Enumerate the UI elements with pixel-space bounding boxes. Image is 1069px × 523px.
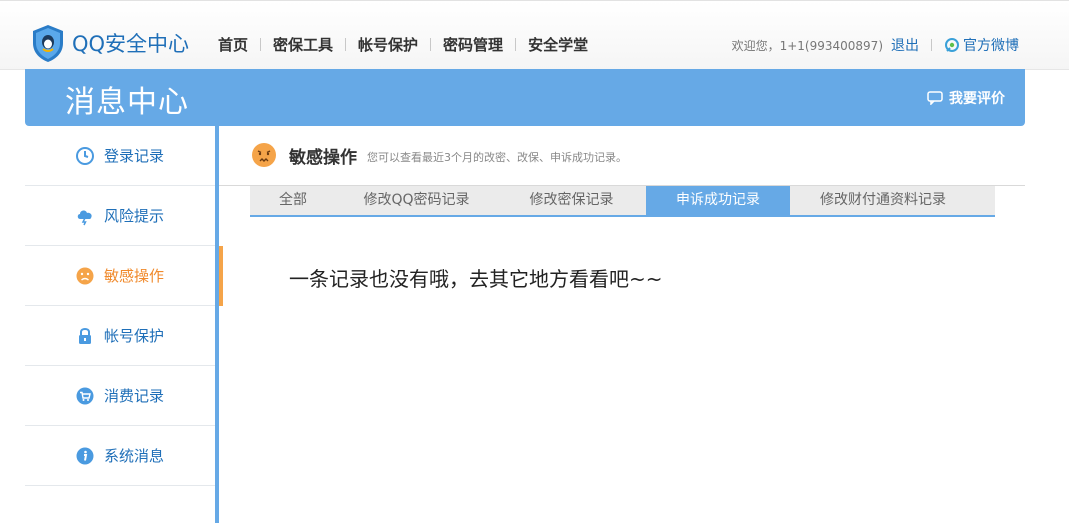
lock-icon (79, 327, 91, 344)
sidebar-item-label: 帐号保护 (104, 327, 165, 345)
nav-account-protection[interactable]: 帐号保护 (346, 34, 430, 55)
top-navigation-bar: QQ安全中心 首页 密保工具 帐号保护 密码管理 安全学堂 欢迎您，1+1(99… (0, 0, 1069, 70)
tab-tenpay-records[interactable]: 修改财付通资料记录 (790, 186, 976, 215)
cloud-lightning-icon (77, 209, 92, 225)
sidebar-item-label: 消费记录 (104, 387, 165, 405)
tab-appeal-success-records[interactable]: 申诉成功记录 (646, 186, 790, 215)
user-area: 欢迎您，1+1(993400897) 退出 官方微博 (732, 35, 1019, 55)
weibo-icon (945, 38, 959, 52)
weibo-link[interactable]: 官方微博 (944, 35, 1019, 55)
page-title: 消息中心 (65, 85, 189, 120)
section-description: 您可以查看最近3个月的改密、改保、申诉成功记录。 (367, 150, 627, 164)
sidebar-item-label: 系统消息 (104, 447, 165, 465)
nav-home[interactable]: 首页 (218, 34, 260, 55)
sensitive-face-icon (252, 143, 276, 167)
tab-security-records[interactable]: 修改密保记录 (497, 186, 646, 215)
sidebar-item-label: 敏感操作 (104, 267, 165, 285)
logout-link[interactable]: 退出 (891, 35, 919, 55)
sidebar-item-system-messages[interactable]: 系统消息 (25, 426, 219, 486)
info-icon (76, 447, 94, 464)
sidebar-item-label: 登录记录 (104, 147, 165, 165)
sidebar-item-label: 风险提示 (104, 207, 165, 225)
tab-qq-password-records[interactable]: 修改QQ密码记录 (336, 186, 497, 215)
sidebar-item-account-protection[interactable]: 帐号保护 (25, 306, 219, 366)
cart-icon (76, 387, 94, 404)
message-center-banner: 消息中心 我要评价 (25, 69, 1025, 126)
face-icon (76, 267, 94, 284)
record-tabs: 全部 修改QQ密码记录 修改密保记录 申诉成功记录 修改财付通资料记录 (250, 186, 995, 217)
sidebar-item-login-records[interactable]: 登录记录 (25, 126, 219, 186)
nav-password-management[interactable]: 密码管理 (431, 34, 515, 55)
weibo-label: 官方微博 (963, 38, 1019, 54)
clock-icon (76, 146, 94, 165)
rate-label: 我要评价 (949, 91, 1005, 107)
comment-icon (927, 91, 943, 105)
sidebar: 登录记录 风险提示 敏感操作 帐号保护 消费记录 系统消息 (25, 126, 223, 523)
tab-all[interactable]: 全部 (250, 186, 336, 215)
qq-security-logo[interactable]: QQ安全中心 (30, 23, 189, 63)
welcome-text: 欢迎您，1+1(993400897) (731, 38, 883, 53)
nav-security-school[interactable]: 安全学堂 (516, 34, 600, 55)
sidebar-item-sensitive-operations[interactable]: 敏感操作 (25, 246, 223, 306)
sidebar-item-risk-alerts[interactable]: 风险提示 (25, 186, 219, 246)
main-nav: 首页 密保工具 帐号保护 密码管理 安全学堂 (218, 34, 600, 55)
empty-state-message: 一条记录也没有哦，去其它地方看看吧~~ (289, 267, 663, 291)
user-divider (931, 39, 932, 51)
section-header: 敏感操作 您可以查看最近3个月的改密、改保、申诉成功记录。 (251, 142, 627, 168)
main-content: 敏感操作 您可以查看最近3个月的改密、改保、申诉成功记录。 全部 修改QQ密码记… (219, 126, 1025, 523)
shield-icon (33, 25, 63, 62)
logo-text: QQ安全中心 (72, 32, 190, 56)
nav-security-tools[interactable]: 密保工具 (261, 34, 345, 55)
section-title: 敏感操作 (289, 147, 357, 168)
sidebar-item-consumption-records[interactable]: 消费记录 (25, 366, 219, 426)
rate-button[interactable]: 我要评价 (927, 88, 1005, 108)
